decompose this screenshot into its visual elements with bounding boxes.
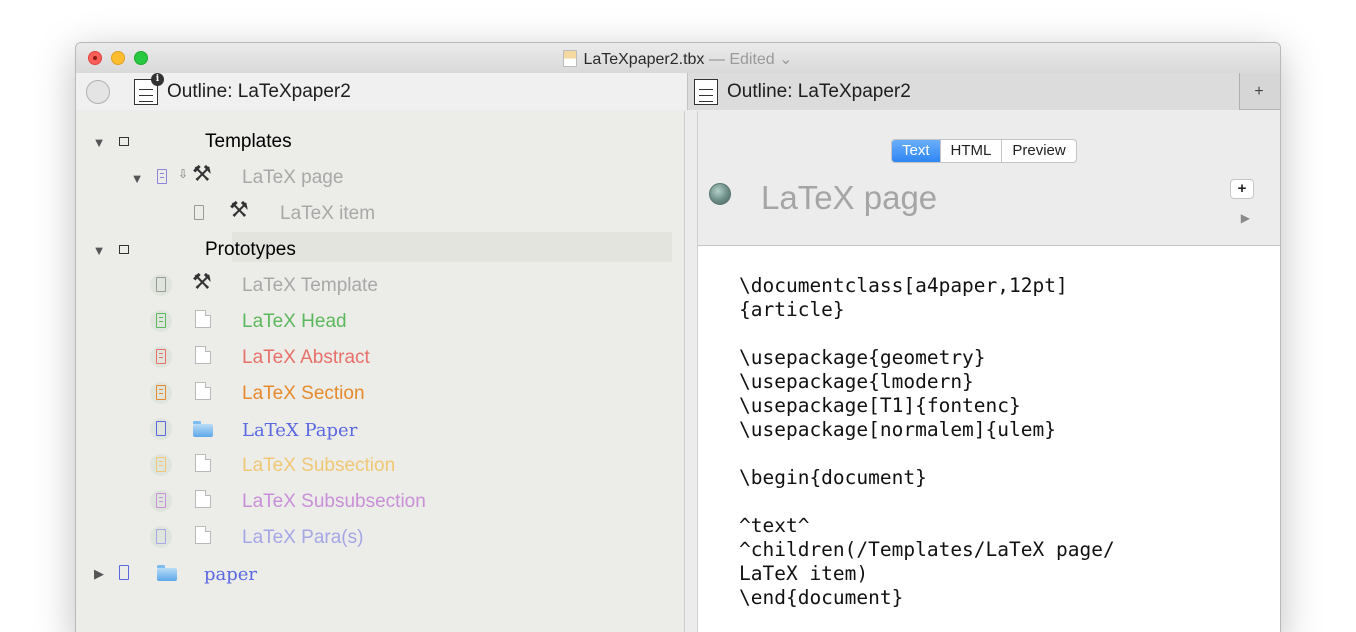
tab-label: Outline: LaTeXpaper2 bbox=[167, 80, 351, 102]
tab-outline-left[interactable]: i Outline: LaTeXpaper2 bbox=[76, 72, 688, 110]
note-icon bbox=[194, 205, 204, 220]
title-separator: — bbox=[708, 51, 725, 68]
outline-item-latex-template[interactable]: LaTeX Template bbox=[242, 275, 378, 297]
view-mode-html[interactable]: HTML bbox=[941, 140, 1003, 162]
folder-icon bbox=[157, 565, 177, 581]
tab-outline-right[interactable]: Outline: LaTeXpaper2 bbox=[688, 73, 1240, 110]
container-icon bbox=[119, 245, 129, 254]
disclosure-open-icon[interactable]: ▼ bbox=[92, 135, 106, 150]
note-icon bbox=[156, 349, 166, 364]
note-icon bbox=[156, 313, 166, 328]
tools-icon: ⚒ bbox=[229, 198, 249, 223]
note-text-editor[interactable]: \documentclass[a4paper,12pt] {article} \… bbox=[739, 274, 1115, 610]
app-window: LaTeXpaper2.tbx — Edited ⌄ i Outline: La… bbox=[75, 42, 1281, 632]
outline-info-icon: i bbox=[134, 72, 164, 105]
arrow-down-icon: ⇩ bbox=[178, 167, 189, 181]
folder-icon bbox=[193, 421, 213, 437]
outline-item-latex-section[interactable]: LaTeX Section bbox=[242, 383, 365, 405]
outline-item-latex-paper[interactable]: LaTeX Paper bbox=[242, 420, 357, 441]
page-icon bbox=[195, 526, 211, 544]
outline-item-prototypes[interactable]: Prototypes bbox=[205, 239, 296, 261]
pane-splitter[interactable] bbox=[684, 111, 698, 632]
outline-item-latex-subsection[interactable]: LaTeX Subsection bbox=[242, 455, 395, 477]
outline-item-templates[interactable]: Templates bbox=[205, 131, 292, 153]
note-icon bbox=[156, 457, 166, 472]
outline-icon bbox=[694, 78, 718, 105]
view-mode-text[interactable]: Text bbox=[892, 140, 941, 162]
selected-row-highlight bbox=[232, 232, 672, 262]
view-mode-preview[interactable]: Preview bbox=[1002, 140, 1075, 162]
page-icon bbox=[195, 310, 211, 328]
tools-icon: ⚒ bbox=[192, 270, 212, 295]
container-icon bbox=[119, 137, 129, 146]
outline-item-latex-paras[interactable]: LaTeX Para(s) bbox=[242, 527, 363, 549]
outline-item-latex-abstract[interactable]: LaTeX Abstract bbox=[242, 347, 370, 369]
badge-ball-icon[interactable] bbox=[709, 183, 731, 205]
disclosure-open-icon[interactable]: ▼ bbox=[130, 171, 144, 186]
chevron-down-icon: ⌄ bbox=[779, 51, 793, 68]
note-icon bbox=[156, 493, 166, 508]
edited-status: Edited bbox=[729, 51, 775, 68]
page-icon bbox=[195, 490, 211, 508]
disclosure-closed-icon[interactable]: ▶ bbox=[92, 566, 106, 582]
outline-item-latex-subsubsection[interactable]: LaTeX Subsubsection bbox=[242, 491, 426, 513]
tab-label: Outline: LaTeXpaper2 bbox=[727, 80, 911, 102]
add-tab-button[interactable]: + bbox=[1238, 73, 1280, 110]
note-icon bbox=[119, 565, 129, 580]
outline-item-latex-head[interactable]: LaTeX Head bbox=[242, 311, 347, 333]
tools-icon: ⚒ bbox=[192, 162, 212, 187]
note-icon bbox=[157, 169, 167, 184]
text-pane: Text HTML Preview LaTeX page + ▶ \docume… bbox=[698, 111, 1280, 632]
page-icon bbox=[195, 346, 211, 364]
note-title[interactable]: LaTeX page bbox=[761, 179, 937, 217]
note-icon bbox=[156, 385, 166, 400]
note-icon bbox=[156, 421, 166, 436]
page-icon bbox=[195, 454, 211, 472]
note-icon bbox=[156, 277, 166, 292]
disclosure-open-icon[interactable]: ▼ bbox=[92, 243, 106, 258]
outline-item-paper[interactable]: paper bbox=[204, 564, 257, 585]
outline-item-latex-page[interactable]: LaTeX page bbox=[242, 167, 343, 189]
outline-item-latex-item[interactable]: LaTeX item bbox=[280, 203, 375, 225]
title-bar: LaTeXpaper2.tbx — Edited ⌄ bbox=[76, 43, 1280, 73]
page-icon bbox=[195, 382, 211, 400]
tbx-document-icon bbox=[563, 50, 578, 67]
view-mode-segmented-control: Text HTML Preview bbox=[891, 139, 1077, 163]
window-title-text: LaTeXpaper2.tbx bbox=[583, 51, 705, 68]
expand-key-attributes-icon[interactable]: ▶ bbox=[1241, 211, 1250, 225]
tab-close-button[interactable] bbox=[86, 79, 110, 104]
add-attribute-button[interactable]: + bbox=[1230, 179, 1254, 199]
tab-bar: i Outline: LaTeXpaper2 Outline: LaTeXpap… bbox=[76, 72, 1280, 110]
note-icon bbox=[156, 529, 166, 544]
note-header: Text HTML Preview LaTeX page + ▶ bbox=[698, 111, 1280, 246]
window-title[interactable]: LaTeXpaper2.tbx — Edited ⌄ bbox=[76, 49, 1280, 69]
outline-pane: ▼ Templates ▼ ⇩ ⚒ LaTeX page ⚒ LaTeX ite… bbox=[76, 111, 684, 632]
